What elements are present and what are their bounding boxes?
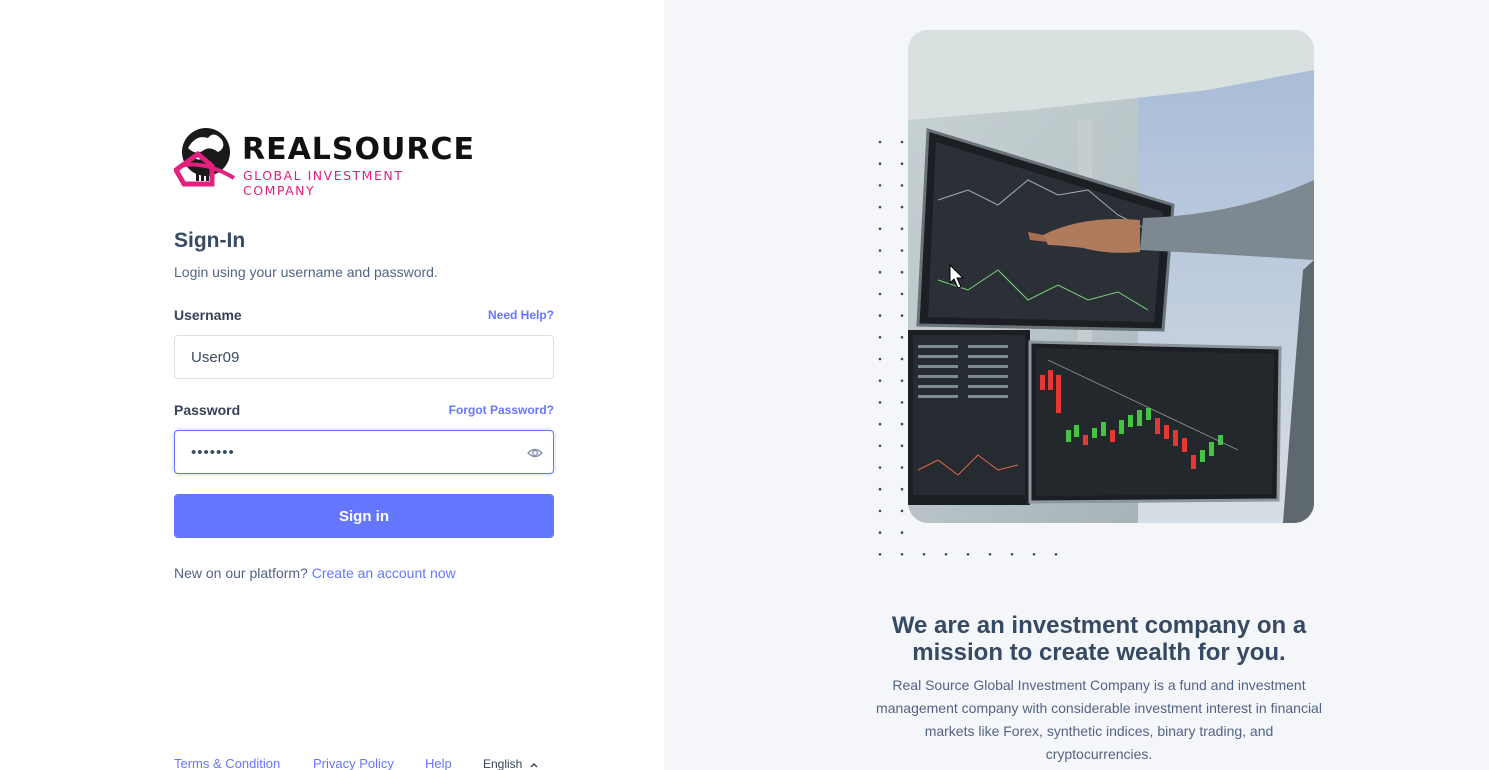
need-help-link[interactable]: Need Help?: [488, 308, 554, 322]
promo-description: Real Source Global Investment Company is…: [876, 677, 1322, 762]
trading-screens-photo: [908, 30, 1314, 523]
terms-link[interactable]: Terms & Condition: [174, 756, 280, 770]
sign-in-button[interactable]: Sign in: [174, 494, 554, 538]
help-link[interactable]: Help: [425, 756, 452, 770]
create-account-link[interactable]: Create an account now: [312, 565, 456, 581]
page-title: Sign-In: [174, 229, 246, 252]
logo-tagline: GLOBAL INVESTMENT COMPANY: [243, 168, 404, 198]
new-platform-text: New on our platform?: [174, 565, 308, 581]
promo-headline: We are an investment company on a missio…: [891, 612, 1307, 666]
privacy-link[interactable]: Privacy Policy: [313, 756, 394, 770]
password-input[interactable]: [175, 431, 553, 473]
language-label: English: [483, 757, 523, 770]
page-subtitle: Login using your username and password.: [174, 264, 438, 280]
create-account-prompt: New on our platform? Create an account n…: [174, 565, 456, 581]
logo-name: REALSOURCE: [242, 132, 476, 167]
trading-screens-image: [908, 30, 1314, 523]
language-selector[interactable]: English: [483, 757, 539, 770]
username-label: Username: [174, 307, 242, 323]
login-panel: REALSOURCE GLOBAL INVESTMENT COMPANY Sig…: [0, 0, 664, 770]
logo-mark-icon: [174, 128, 236, 187]
forgot-password-link[interactable]: Forgot Password?: [449, 403, 554, 417]
chevron-up-icon: [530, 762, 538, 768]
eye-icon[interactable]: [527, 445, 543, 461]
username-input[interactable]: [175, 336, 553, 378]
password-field-wrapper: [174, 430, 554, 474]
password-label: Password: [174, 402, 241, 418]
company-logo: REALSOURCE GLOBAL INVESTMENT COMPANY: [174, 126, 476, 198]
username-field-wrapper: [174, 335, 554, 379]
